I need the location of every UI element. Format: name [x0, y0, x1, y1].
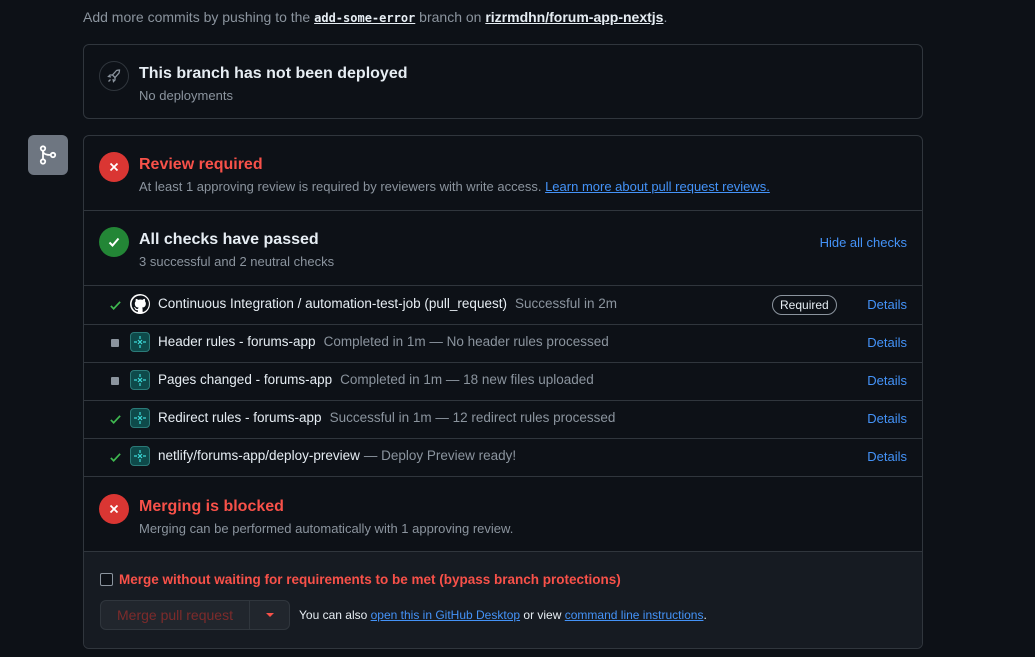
check-row: Pages changed - forums-app Completed in 1…: [84, 362, 922, 401]
netlify-icon: [130, 332, 150, 352]
check-details-link[interactable]: Details: [867, 411, 907, 426]
merging-blocked-section: Merging is blocked Merging can be perfor…: [84, 477, 922, 552]
check-icon: [99, 227, 129, 257]
branch-name-link[interactable]: add-some-error: [314, 11, 415, 25]
also-suffix: .: [703, 608, 707, 622]
check-description: Completed in 1m — No header rules proces…: [323, 334, 609, 349]
git-merge-icon: [28, 135, 68, 175]
push-hint-prefix: Add more commits by pushing to the: [83, 9, 311, 25]
check-details-link[interactable]: Details: [867, 297, 907, 312]
check-name: Continuous Integration / automation-test…: [158, 296, 507, 311]
deployment-title: This branch has not been deployed: [139, 65, 408, 82]
bypass-option[interactable]: Merge without waiting for requirements t…: [100, 572, 621, 587]
check-row: netlify/forums-app/deploy-preview — Deplo…: [84, 438, 922, 477]
hide-all-checks-button[interactable]: Hide all checks: [820, 235, 907, 250]
deployment-subtitle: No deployments: [139, 88, 233, 103]
checks-summary-subtitle: 3 successful and 2 neutral checks: [139, 254, 335, 269]
check-details-link[interactable]: Details: [867, 373, 907, 388]
open-github-desktop-link[interactable]: open this in GitHub Desktop: [371, 608, 520, 622]
merging-blocked-subtitle: Merging can be performed automatically w…: [139, 521, 514, 536]
repo-link[interactable]: rizrmdhn/forum-app-nextjs: [485, 9, 663, 25]
caret-down-icon: [265, 613, 274, 617]
command-line-instructions-link[interactable]: command line instructions: [565, 608, 704, 622]
x-icon: [99, 152, 129, 182]
required-badge: Required: [772, 295, 837, 315]
review-required-subtitle: At least 1 approving review is required …: [139, 179, 770, 194]
check-description: Successful in 1m — 12 redirect rules pro…: [329, 410, 616, 425]
netlify-icon: [130, 446, 150, 466]
push-hint-middle: branch on: [419, 9, 482, 25]
checks-summary-section: All checks have passed 3 successful and …: [84, 211, 922, 286]
check-text: Header rules - forums-app Completed in 1m…: [158, 334, 609, 349]
learn-more-reviews-link[interactable]: Learn more about pull request reviews.: [545, 179, 770, 194]
check-row: Redirect rules - forums-app Successful in…: [84, 400, 922, 439]
netlify-icon: [130, 370, 150, 390]
check-neutral-icon: [108, 374, 122, 388]
check-details-link[interactable]: Details: [867, 449, 907, 464]
merge-button-group: Merge pull request: [100, 600, 290, 630]
also-prefix: You can also: [299, 608, 368, 622]
x-icon: [99, 494, 129, 524]
check-text: Continuous Integration / automation-test…: [158, 296, 617, 311]
check-description: — Deploy Preview ready!: [363, 448, 517, 463]
check-description: Successful in 2m: [514, 296, 617, 311]
check-details-link[interactable]: Details: [867, 335, 907, 350]
merge-status-panel: Review required At least 1 approving rev…: [83, 135, 923, 649]
check-text: netlify/forums-app/deploy-preview — Deplo…: [158, 448, 516, 463]
merge-actions-area: Merge without waiting for requirements t…: [84, 552, 922, 648]
check-name: Pages changed - forums-app: [158, 372, 333, 387]
push-hint-suffix: .: [663, 9, 668, 25]
check-name: Header rules - forums-app: [158, 334, 316, 349]
check-success-icon: [108, 298, 122, 312]
deployment-panel: This branch has not been deployed No dep…: [83, 44, 923, 119]
check-name: netlify/forums-app/deploy-preview: [158, 448, 360, 463]
alternative-merge-text: You can also open this in GitHub Desktop…: [299, 608, 707, 622]
check-neutral-icon: [108, 336, 122, 350]
review-required-text: At least 1 approving review is required …: [139, 179, 542, 194]
merge-pull-request-button[interactable]: Merge pull request: [100, 600, 250, 630]
merge-options-dropdown[interactable]: [250, 600, 290, 630]
check-text: Pages changed - forums-app Completed in 1…: [158, 372, 594, 387]
bypass-checkbox[interactable]: [100, 573, 113, 586]
checks-summary-title: All checks have passed: [139, 231, 319, 248]
check-row: Header rules - forums-app Completed in 1m…: [84, 324, 922, 363]
check-description: Completed in 1m — 18 new files uploaded: [340, 372, 594, 387]
merging-blocked-title: Merging is blocked: [139, 498, 284, 515]
review-required-title: Review required: [139, 156, 263, 173]
check-text: Redirect rules - forums-app Successful in…: [158, 410, 615, 425]
review-required-section: Review required At least 1 approving rev…: [84, 136, 922, 211]
check-name: Redirect rules - forums-app: [158, 410, 322, 425]
github-icon: [130, 294, 150, 314]
bypass-label[interactable]: Merge without waiting for requirements t…: [119, 572, 621, 587]
rocket-icon: [99, 61, 129, 91]
check-success-icon: [108, 412, 122, 426]
check-row: Continuous Integration / automation-test…: [84, 286, 922, 325]
push-hint: Add more commits by pushing to the add-s…: [83, 9, 667, 25]
netlify-icon: [130, 408, 150, 428]
also-middle: or view: [523, 608, 562, 622]
check-success-icon: [108, 450, 122, 464]
